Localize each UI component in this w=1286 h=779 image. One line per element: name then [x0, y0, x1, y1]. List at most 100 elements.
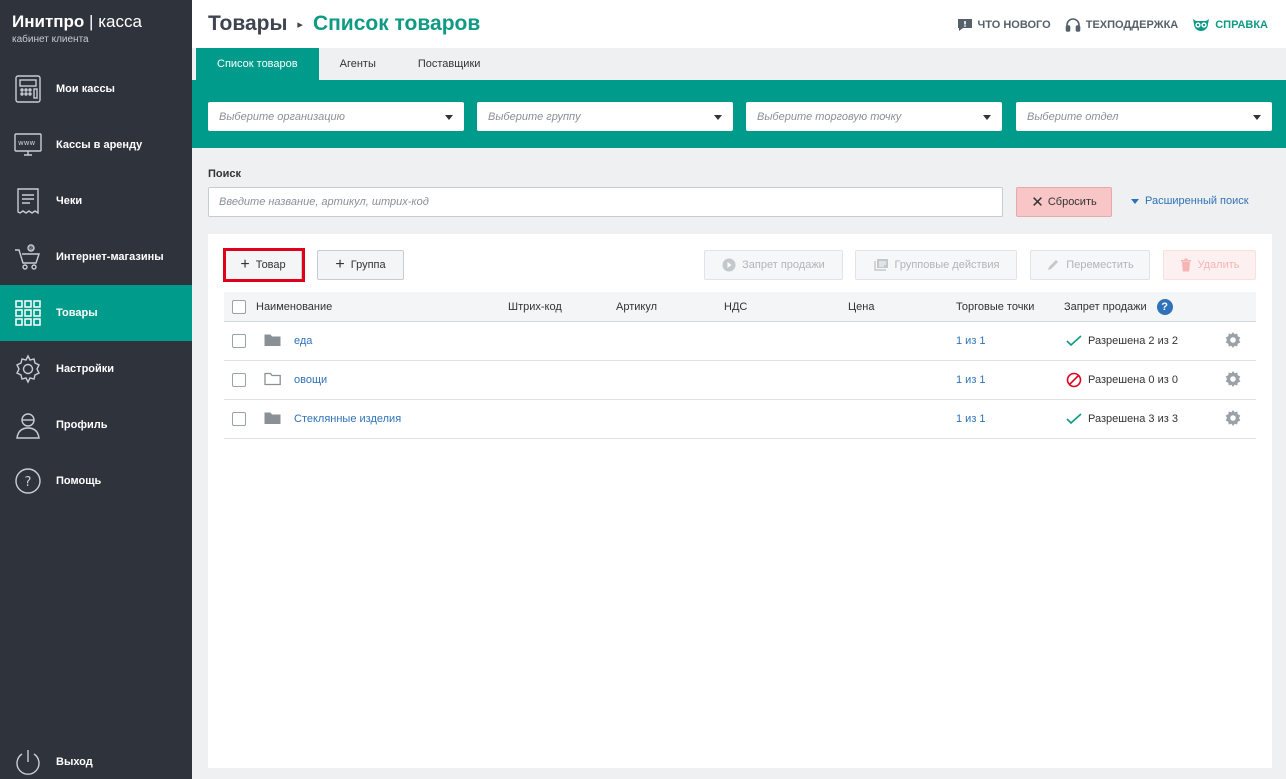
sidebar-item-rent-registers[interactable]: www Кассы в аренду [0, 117, 192, 173]
whats-new-link[interactable]: ЧТО НОВОГО [957, 18, 1051, 32]
row-settings-gear-icon[interactable] [1224, 409, 1242, 430]
column-sale-ban: Запрет продажи ? [1064, 298, 1173, 315]
highlight-box [223, 248, 305, 282]
help-circle-icon[interactable]: ? [1156, 298, 1173, 315]
help-link[interactable]: СПРАВКА [1192, 17, 1268, 33]
table-row[interactable]: еда 1 из 1 Разрешена 2 из 2 [224, 322, 1256, 361]
column-vat[interactable]: НДС [724, 301, 747, 313]
sidebar-item-label: Товары [56, 307, 98, 319]
table-row[interactable]: Стеклянные изделия 1 из 1 Разрешена 3 из… [224, 400, 1256, 439]
caret-down-icon [1131, 198, 1139, 204]
delete-button[interactable]: Удалить [1163, 250, 1256, 280]
play-circle-icon [722, 258, 736, 272]
department-select[interactable]: Выберите отдел [1016, 102, 1272, 131]
outlets-link[interactable]: 1 из 1 [956, 374, 986, 386]
move-button[interactable]: Переместить [1030, 250, 1150, 280]
sidebar-item-receipts[interactable]: Чеки [0, 173, 192, 229]
outlets-link[interactable]: 1 из 1 [956, 413, 986, 425]
column-outlets[interactable]: Торговые точки [956, 301, 1034, 313]
sidebar-item-label: Мои кассы [56, 83, 115, 95]
sidebar: Инитпро | касса кабинет клиента Мои касс… [0, 0, 192, 779]
brand-name: Инитпро [12, 12, 85, 31]
outlets-link[interactable]: 1 из 1 [956, 335, 986, 347]
delete-label: Удалить [1197, 259, 1240, 271]
reset-button[interactable]: ✕ Сбросить [1016, 187, 1112, 217]
page-title: Список товаров [312, 12, 481, 35]
sidebar-item-label: Интернет-магазины [56, 251, 164, 263]
sidebar-item-label: Профиль [56, 419, 108, 431]
advanced-search-link[interactable]: Расширенный поиск [1131, 195, 1249, 207]
table-row[interactable]: овощи 1 из 1 Разрешена 0 из 0 [224, 361, 1256, 400]
sale-status: Разрешена 3 из 3 [1066, 413, 1178, 425]
product-group-link[interactable]: овощи [294, 374, 327, 386]
products-table: Наименование Штрих-код Артикул НДС Цена … [224, 292, 1256, 439]
brand-logo[interactable]: Инитпро | касса кабинет клиента [12, 12, 142, 45]
group-actions-button[interactable]: Групповые действия [855, 250, 1017, 280]
support-link[interactable]: ТЕХПОДДЕРЖКА [1065, 17, 1178, 33]
sidebar-item-label: Настройки [56, 363, 115, 375]
brand-subtitle: кабинет клиента [12, 34, 89, 45]
whats-new-label: ЧТО НОВОГО [977, 19, 1051, 31]
folder-icon [264, 333, 281, 350]
sidebar-item-my-registers[interactable]: Мои кассы [0, 61, 192, 117]
tab-product-list[interactable]: Список товаров [196, 48, 319, 80]
sidebar-nav: Мои кассы www Кассы в аренду Чеки @ Инте… [0, 61, 192, 509]
www-monitor-icon: www [12, 129, 44, 161]
plus-icon: + [335, 256, 345, 273]
brand-separator: | [89, 12, 94, 31]
row-settings-gear-icon[interactable] [1224, 370, 1242, 391]
product-group-link[interactable]: Стеклянные изделия [294, 413, 401, 425]
sidebar-item-profile[interactable]: Профиль [0, 397, 192, 453]
sidebar-item-online-shops[interactable]: @ Интернет-магазины [0, 229, 192, 285]
reset-label: Сбросить [1047, 196, 1097, 208]
row-checkbox[interactable] [232, 373, 246, 387]
owl-icon [1193, 19, 1210, 31]
outlet-select[interactable]: Выберите торговую точку [746, 102, 1002, 131]
sidebar-item-products[interactable]: Товары [0, 285, 192, 341]
sale-status-label: Разрешена 0 из 0 [1088, 374, 1178, 386]
row-checkbox[interactable] [232, 412, 246, 426]
breadcrumb-root[interactable]: Товары [208, 12, 287, 36]
chevron-down-icon [983, 115, 991, 120]
column-price[interactable]: Цена [848, 301, 874, 313]
sale-status-label: Разрешена 2 из 2 [1088, 335, 1178, 347]
sidebar-item-label: Кассы в аренду [56, 139, 143, 151]
question-icon: ? [12, 465, 44, 497]
group-select-placeholder: Выберите группу [488, 110, 581, 123]
search-input[interactable] [208, 187, 1003, 217]
sidebar-item-help[interactable]: ? Помощь [0, 453, 192, 509]
row-settings-gear-icon[interactable] [1224, 331, 1242, 352]
column-article[interactable]: Артикул [616, 301, 657, 313]
logout-button[interactable]: Выход [0, 734, 192, 779]
column-name[interactable]: Наименование [256, 301, 332, 313]
row-checkbox[interactable] [232, 334, 246, 348]
ban-sale-button[interactable]: Запрет продажи [704, 250, 843, 280]
products-card: + Товар + Группа Запрет продажи Групповы… [208, 234, 1272, 768]
department-select-placeholder: Выберите отдел [1027, 110, 1119, 123]
product-group-link[interactable]: еда [294, 335, 312, 347]
ban-sale-label: Запрет продажи [742, 259, 825, 271]
group-select[interactable]: Выберите группу [477, 102, 733, 131]
folder-outline-icon [264, 372, 281, 389]
chevron-down-icon [714, 115, 722, 120]
column-barcode[interactable]: Штрих-код [508, 301, 562, 313]
top-header: Товары ▸ Список товаров ЧТО НОВОГО ТЕХПО… [192, 0, 1286, 48]
search-label: Поиск [208, 168, 242, 180]
chevron-down-icon [1253, 115, 1261, 120]
message-icon [957, 19, 972, 31]
select-all-checkbox[interactable] [232, 299, 246, 314]
breadcrumb: Товары ▸ Список товаров [208, 12, 480, 36]
header-links: ЧТО НОВОГО ТЕХПОДДЕРЖКА СПРАВКА [943, 17, 1268, 33]
sidebar-item-label: Помощь [56, 475, 102, 487]
tab-agents[interactable]: Агенты [319, 48, 397, 80]
sidebar-item-settings[interactable]: Настройки [0, 341, 192, 397]
tab-suppliers[interactable]: Поставщики [397, 48, 502, 80]
svg-text:?: ? [25, 475, 32, 490]
close-icon: ✕ [1031, 194, 1044, 211]
add-group-button[interactable]: + Группа [317, 250, 404, 280]
organization-select[interactable]: Выберите организацию [208, 102, 464, 131]
logout-label: Выход [56, 756, 93, 768]
advanced-search-label: Расширенный поиск [1145, 195, 1249, 207]
move-label: Переместить [1066, 259, 1134, 271]
column-sale-ban-label: Запрет продажи [1064, 300, 1147, 313]
